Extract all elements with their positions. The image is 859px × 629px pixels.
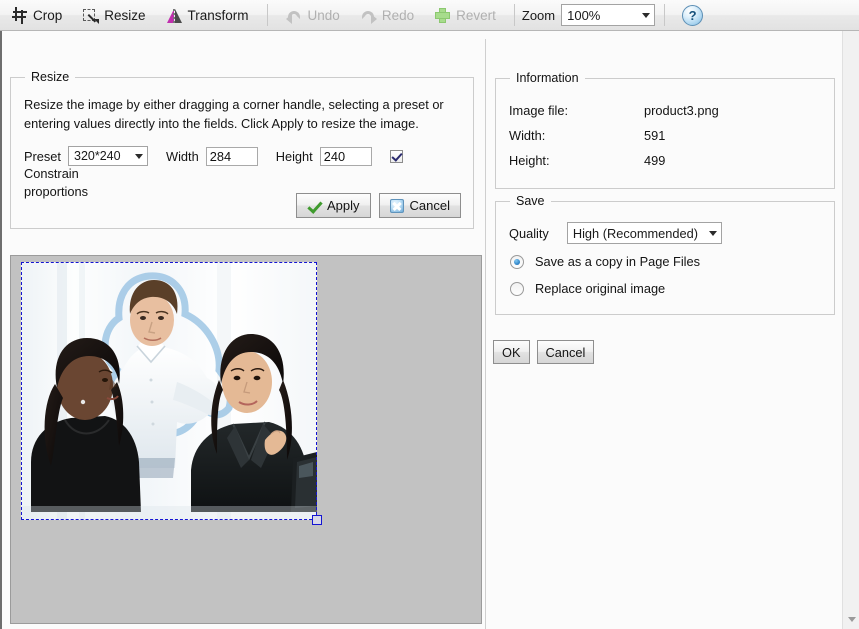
preset-label: Preset (24, 148, 61, 164)
constrain-proportions-checkbox[interactable] (389, 149, 403, 163)
undo-icon (285, 7, 303, 24)
redo-button-label: Redo (381, 7, 415, 23)
transform-icon (166, 7, 183, 24)
editor-body: Resize Resize the image by either draggi… (0, 31, 859, 629)
resize-handle-bottom-right[interactable] (312, 515, 322, 525)
image-canvas[interactable] (10, 255, 482, 624)
resize-cancel-button-label: Cancel (409, 198, 450, 213)
height-label: Height (275, 148, 313, 164)
save-as-copy-option[interactable]: Save as a copy in Page Files (510, 254, 700, 269)
info-row: Width: 591 (509, 123, 719, 148)
undo-button[interactable]: Undo (279, 3, 349, 28)
zoom-select-value: 100% (567, 7, 601, 23)
info-row: Image file: product3.png (509, 98, 719, 123)
replace-original-radio[interactable] (510, 281, 524, 296)
info-key: Image file: (509, 103, 569, 118)
check-icon (307, 199, 321, 213)
revert-button[interactable]: Revert (427, 3, 505, 28)
quality-label: Quality (509, 225, 549, 241)
image-editor-window: Crop Resize Transform Undo Redo Revert Z… (0, 0, 859, 629)
editor-content: Resize Resize the image by either draggi… (2, 31, 842, 629)
ok-button[interactable]: OK (493, 340, 530, 364)
info-value: 499 (644, 153, 666, 168)
information-panel: Information Image file: product3.png Wid… (495, 71, 835, 189)
redo-button[interactable]: Redo (353, 3, 423, 28)
quality-select-value: High (Recommended) (572, 225, 699, 241)
crop-button-label: Crop (33, 7, 63, 23)
info-value: product3.png (644, 103, 719, 118)
crop-icon (11, 6, 28, 24)
save-panel-legend: Save (510, 194, 551, 208)
resize-icon (82, 7, 100, 24)
redo-icon (360, 7, 377, 24)
chevron-down-icon (705, 231, 721, 236)
column-divider (485, 39, 486, 629)
resize-description: Resize the image by either dragging a co… (24, 97, 444, 131)
resize-panel: Resize Resize the image by either draggi… (10, 70, 474, 229)
height-input[interactable] (319, 146, 372, 166)
revert-button-label: Revert (456, 7, 496, 23)
info-row: Height: 499 (509, 148, 719, 173)
constrain-proportions-label: Constrain (24, 166, 79, 181)
replace-original-label: Replace original image (535, 281, 666, 296)
resize-cancel-button[interactable]: Cancel (378, 193, 461, 218)
info-value: 591 (644, 128, 666, 143)
preview-image (21, 262, 317, 520)
apply-button[interactable]: Apply (296, 193, 371, 218)
save-as-copy-label: Save as a copy in Page Files (535, 254, 701, 269)
information-rows: Image file: product3.png Width: 591 Heig… (509, 98, 719, 173)
toolbar-separator-1 (266, 4, 268, 26)
resize-button-label: Resize (104, 7, 146, 23)
help-button[interactable]: ? (682, 4, 704, 26)
scroll-down-arrow-icon[interactable] (843, 611, 859, 627)
preset-select-value: 320*240 (74, 149, 121, 163)
crop-button[interactable]: Crop (4, 3, 71, 28)
chevron-down-icon (131, 154, 147, 159)
information-panel-legend: Information (510, 71, 585, 85)
width-input[interactable] (205, 146, 258, 166)
zoom-select[interactable]: 100% (561, 4, 656, 26)
quality-select[interactable]: High (Recommended) (566, 222, 722, 244)
image-selection-wrapper[interactable] (21, 262, 322, 525)
info-key: Width: (509, 128, 546, 143)
toolbar-separator-2 (513, 4, 515, 26)
replace-original-option[interactable]: Replace original image (510, 281, 665, 296)
save-panel: Save Quality High (Recommended) Save as … (495, 194, 835, 315)
toolbar: Crop Resize Transform Undo Redo Revert Z… (0, 0, 859, 31)
undo-button-label: Undo (307, 7, 340, 23)
close-icon (389, 198, 404, 213)
resize-button-row: Apply Cancel (296, 193, 461, 218)
transform-button-label: Transform (187, 7, 249, 23)
resize-button[interactable]: Resize (75, 3, 154, 28)
quality-row: Quality High (Recommended) (509, 222, 722, 244)
resize-form-row: Preset 320*240 Width Height Constrain pr… (24, 146, 464, 199)
transform-button[interactable]: Transform (159, 3, 258, 28)
resize-panel-legend: Resize (25, 70, 76, 84)
vertical-scrollbar[interactable] (842, 31, 859, 629)
preset-select[interactable]: 320*240 (68, 146, 148, 166)
dialog-button-row: OK Cancel (493, 340, 595, 364)
width-label: Width (166, 148, 199, 164)
revert-icon (434, 7, 451, 24)
apply-button-label: Apply (327, 198, 360, 213)
info-key: Height: (509, 153, 550, 168)
toolbar-separator-3 (664, 4, 666, 26)
dialog-cancel-button[interactable]: Cancel (536, 340, 595, 364)
save-as-copy-radio[interactable] (510, 254, 524, 269)
zoom-label: Zoom (521, 7, 556, 23)
chevron-down-icon (638, 13, 654, 18)
